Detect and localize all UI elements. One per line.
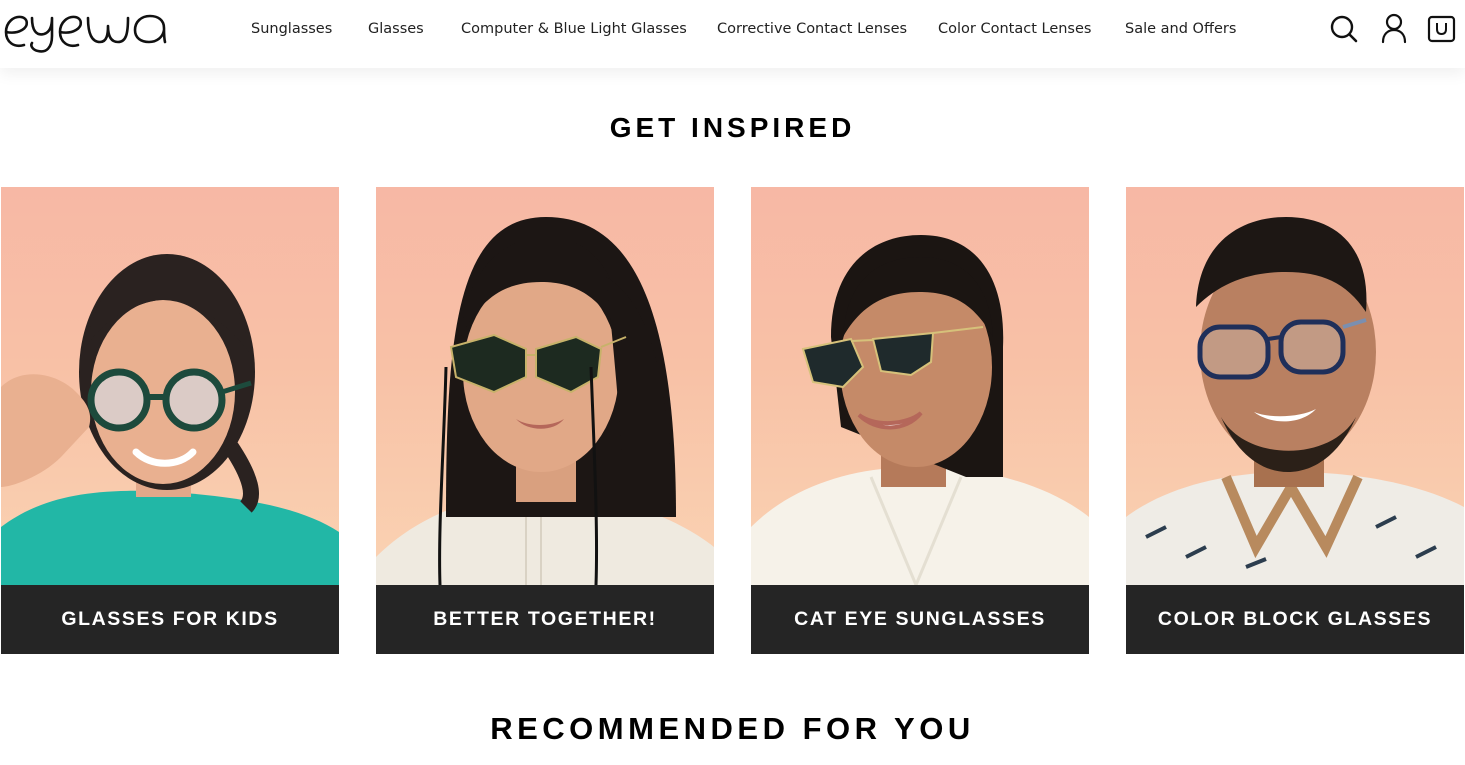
shopping-bag-icon [1427, 15, 1456, 43]
card-label: CAT EYE SUNGLASSES [751, 585, 1089, 654]
site-header: Sunglasses Glasses Computer & Blue Light… [0, 0, 1465, 68]
nav-sale-and-offers[interactable]: Sale and Offers [1125, 21, 1236, 37]
search-button[interactable] [1329, 12, 1359, 46]
nav-corrective-contact-lenses[interactable]: Corrective Contact Lenses [717, 21, 907, 37]
cart-button[interactable] [1427, 12, 1457, 46]
model-illustration-woman-sunglasses [751, 235, 1089, 585]
better-together-photo [376, 187, 714, 585]
get-inspired-heading: GET INSPIRED [609, 112, 856, 143]
model-illustration-man-glasses [1126, 217, 1464, 585]
search-icon [1330, 15, 1358, 43]
cat-eye-sunglasses-photo [751, 187, 1089, 585]
card-glasses-for-kids[interactable]: GLASSES FOR KIDS [1, 187, 339, 654]
card-cat-eye-sunglasses[interactable]: CAT EYE SUNGLASSES [751, 187, 1089, 654]
card-label: BETTER TOGETHER! [376, 585, 714, 654]
nav-color-contact-lenses[interactable]: Color Contact Lenses [938, 21, 1091, 37]
kids-glasses-photo [1, 187, 339, 585]
model-illustration-woman-chain [376, 217, 714, 585]
account-button[interactable] [1380, 12, 1410, 46]
card-label: COLOR BLOCK GLASSES [1126, 585, 1464, 654]
nav-glasses[interactable]: Glasses [368, 21, 424, 37]
model-illustration-kid [1, 254, 339, 585]
card-better-together[interactable]: BETTER TOGETHER! [376, 187, 714, 654]
card-color-block-glasses[interactable]: COLOR BLOCK GLASSES [1126, 187, 1464, 654]
user-icon [1381, 13, 1407, 44]
main-nav: Sunglasses Glasses Computer & Blue Light… [0, 0, 1465, 60]
nav-computer-blue-light-glasses[interactable]: Computer & Blue Light Glasses [461, 21, 687, 37]
nav-sunglasses[interactable]: Sunglasses [251, 21, 332, 37]
color-block-glasses-photo [1126, 187, 1464, 585]
card-label: GLASSES FOR KIDS [1, 585, 339, 654]
recommended-for-you-heading: RECOMMENDED FOR YOU [490, 711, 975, 746]
